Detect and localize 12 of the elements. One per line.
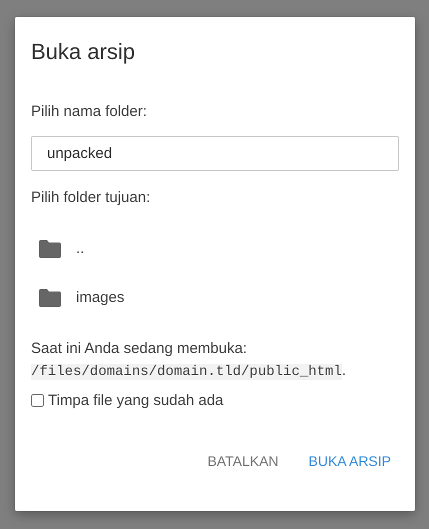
folder-name[interactable]: images	[76, 289, 124, 306]
overwrite-checkbox[interactable]	[31, 394, 44, 407]
folder-name-field[interactable]: unpacked	[31, 136, 399, 171]
folder-icon[interactable]	[38, 288, 62, 308]
field-label: Pilih nama folder:	[31, 103, 148, 120]
checkbox-label[interactable]: Timpa file yang sudah ada	[48, 392, 224, 409]
folder-name[interactable]: ..	[76, 240, 84, 257]
folder-icon[interactable]	[38, 238, 62, 258]
cancel-button[interactable]: BATALKAN	[199, 445, 287, 477]
current-location-text: Saat ini Anda sedang membuka: /files/domains/domain.tld/public_html.	[31, 339, 348, 382]
field-label: Pilih folder tujuan:	[31, 189, 152, 206]
dialog-title: Buka arsip	[31, 39, 136, 65]
